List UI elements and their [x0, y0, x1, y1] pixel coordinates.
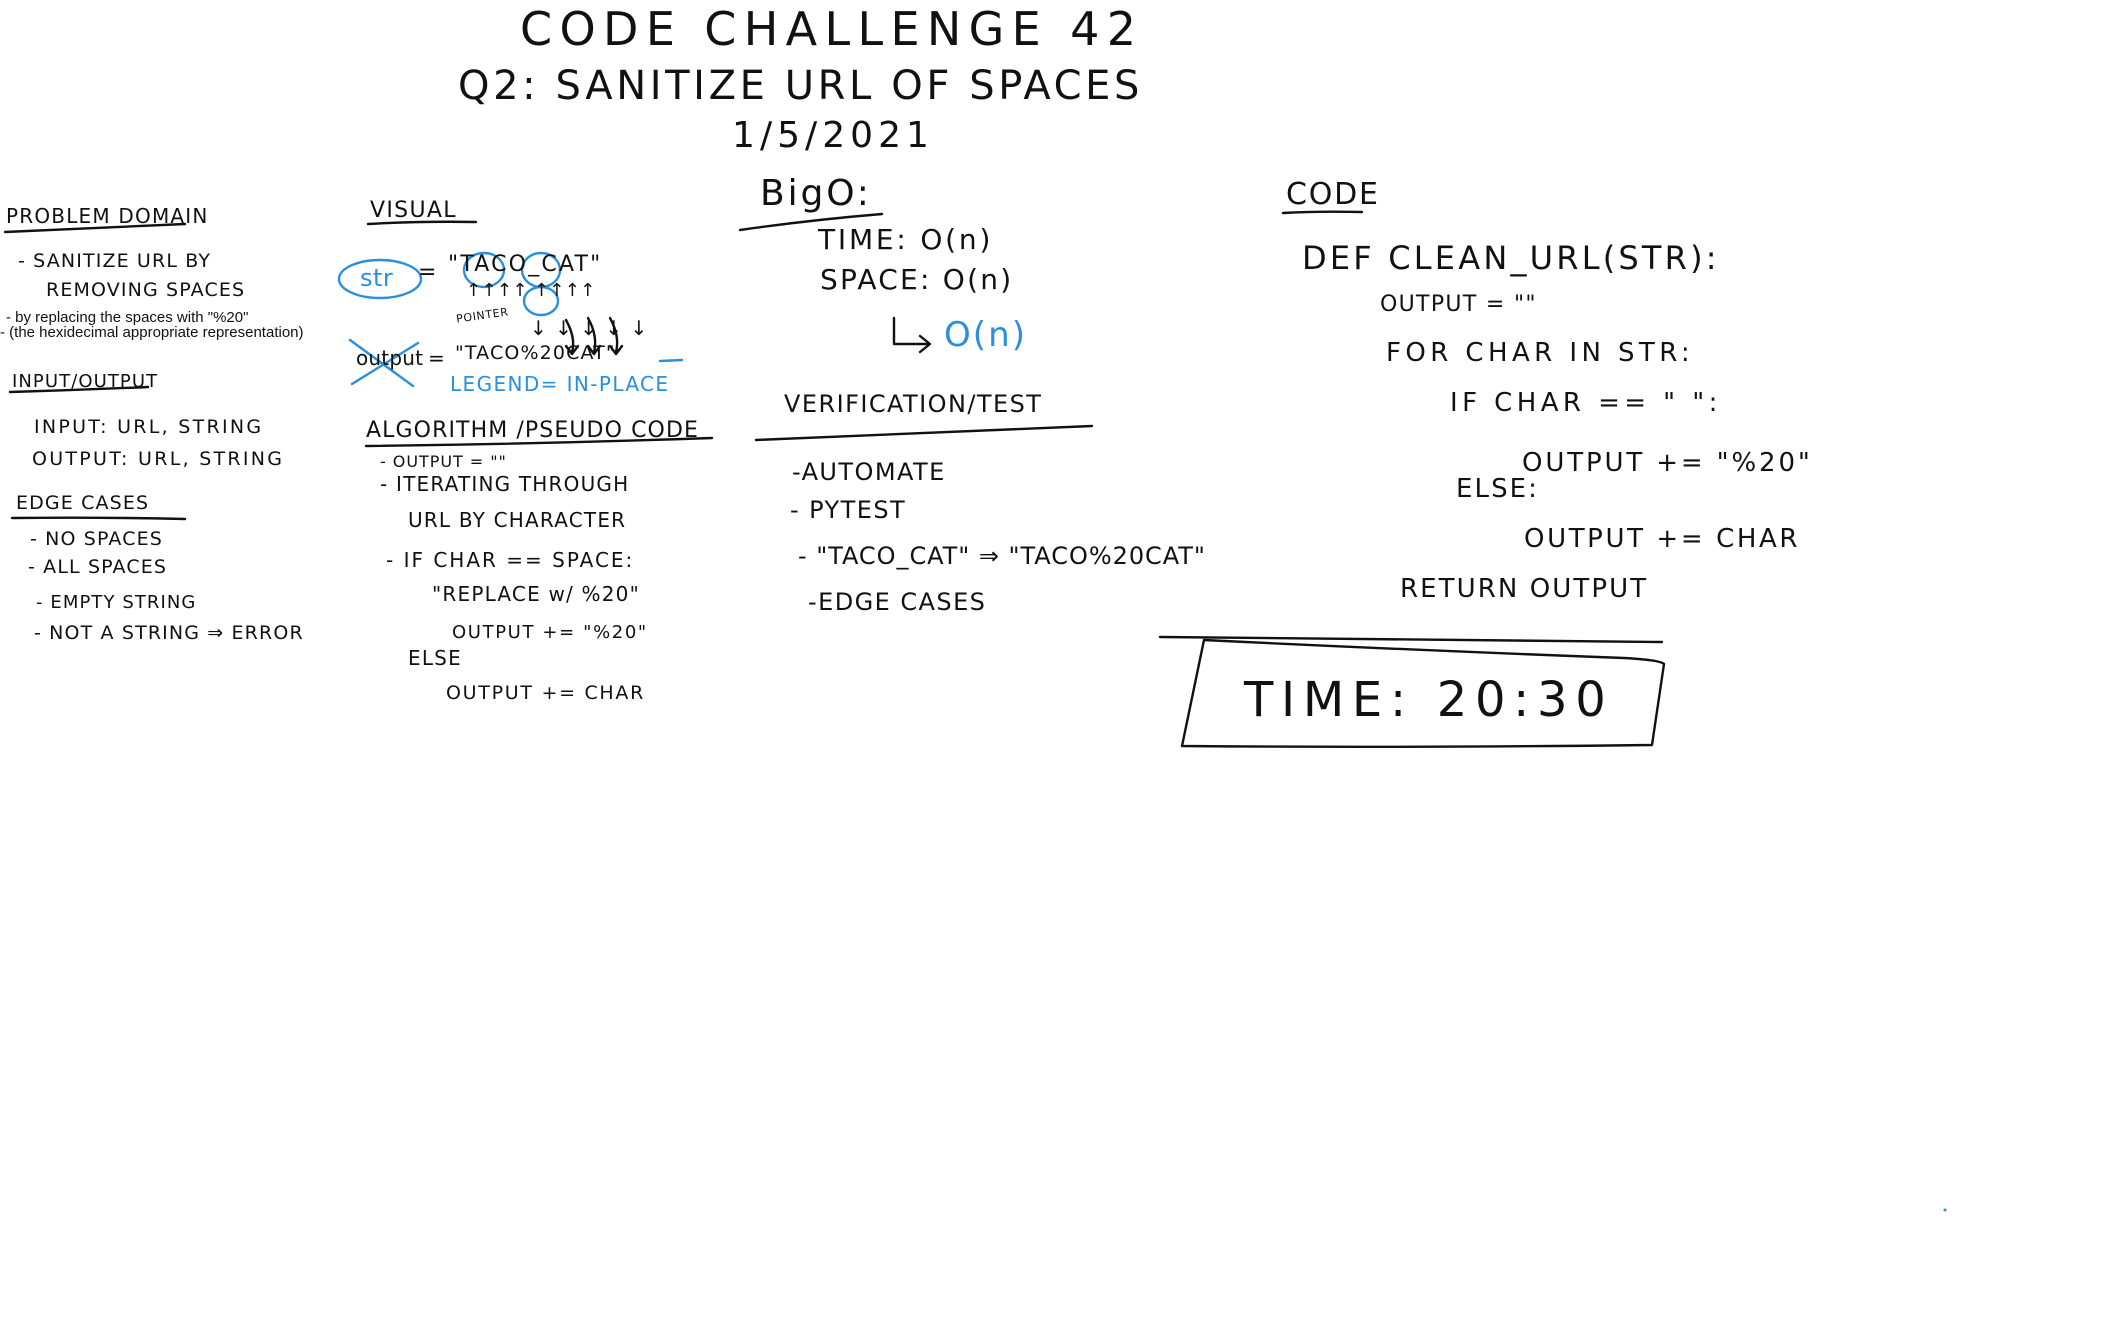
big-o-arrow [892, 316, 932, 354]
edge-cases-heading: EDGE CASES [16, 492, 150, 514]
ink-strokes [3, 210, 1947, 1212]
code-line: RETURN OUTPUT [1400, 574, 1649, 604]
algorithm-line: URL BY CHARACTER [408, 508, 627, 532]
shift-arrows: ↓ ↓ ↓ ↓ ↓ [530, 316, 649, 340]
page-title: CODE CHALLENGE 42 [520, 2, 1144, 56]
output-label: output [356, 346, 424, 370]
verification-item: -AUTOMATE [792, 458, 946, 486]
timer-label: TIME: 20:30 [1244, 672, 1614, 728]
input-string: "TACO_CAT" [448, 252, 603, 277]
edge-case-item: - NOT A STRING ⇒ ERROR [34, 622, 304, 644]
code-line: IF CHAR == " ": [1450, 388, 1722, 418]
problem-domain-line: - SANITIZE URL BY [18, 250, 212, 272]
algorithm-line: ELSE [408, 646, 462, 670]
input-output-heading: INPUT/OUTPUT [12, 371, 159, 392]
problem-domain-note: - (the hexidecimal appropriate represent… [0, 324, 304, 341]
output-string: "TACO%20CAT" [455, 342, 616, 364]
algorithm-line: - ITERATING THROUGH [380, 472, 630, 496]
code-line: DEF CLEAN_URL(STR): [1302, 239, 1720, 277]
page-date: 1/5/2021 [732, 115, 935, 156]
big-o-result: O(n) [944, 315, 1027, 355]
code-line: FOR CHAR IN STR: [1386, 338, 1695, 368]
algorithm-line: OUTPUT += "%20" [452, 622, 648, 643]
edge-cases-underline [10, 516, 187, 521]
legend-label: LEGEND= IN-PLACE [450, 372, 670, 396]
page-subtitle: Q2: SANITIZE URL OF SPACES [458, 63, 1144, 109]
edge-case-item: - EMPTY STRING [36, 592, 197, 613]
blue-dash [658, 358, 684, 363]
str-label: str [360, 264, 394, 292]
verification-item: -EDGE CASES [808, 588, 987, 616]
verification-heading: VERIFICATION/TEST [784, 390, 1043, 418]
index-arrows: ↑↑↑↑ ↑↑↑↑ [466, 280, 596, 301]
big-o-time: TIME: O(n) [818, 223, 994, 256]
algorithm-heading: ALGORITHM /PSEUDO CODE [366, 418, 700, 443]
big-o-heading: BigO: [760, 173, 872, 214]
code-line: OUTPUT += CHAR [1524, 524, 1801, 554]
output-equals: = [428, 346, 446, 370]
code-line: OUTPUT += "%20" [1522, 448, 1813, 478]
problem-domain-line: REMOVING SPACES [46, 279, 246, 301]
algorithm-line: - OUTPUT = "" [380, 452, 507, 471]
verification-underline [754, 424, 1094, 442]
input-line: INPUT: URL, STRING [34, 416, 264, 438]
stray-dot [1943, 1208, 1947, 1212]
edge-case-item: - ALL SPACES [28, 556, 168, 578]
code-line: OUTPUT = "" [1380, 292, 1537, 317]
big-o-space: SPACE: O(n) [820, 263, 1014, 296]
edge-case-item: - NO SPACES [30, 528, 163, 550]
visual-heading: VISUAL [370, 198, 457, 223]
str-equals: = [418, 260, 438, 285]
verification-item: - "TACO_CAT" ⇒ "TACO%20CAT" [798, 542, 1206, 570]
algorithm-line: OUTPUT += CHAR [446, 682, 646, 704]
algorithm-line: - IF CHAR == SPACE: [386, 548, 635, 572]
output-line: OUTPUT: URL, STRING [32, 448, 285, 470]
code-line: ELSE: [1456, 474, 1540, 504]
whiteboard-canvas: CODE CHALLENGE 42 Q2: SANITIZE URL OF SP… [0, 0, 2112, 1317]
code-heading: CODE [1286, 177, 1380, 212]
verification-item: - PYTEST [790, 496, 907, 524]
algorithm-line: "REPLACE w/ %20" [432, 582, 640, 606]
problem-domain-heading: PROBLEM DOMAIN [6, 204, 209, 228]
